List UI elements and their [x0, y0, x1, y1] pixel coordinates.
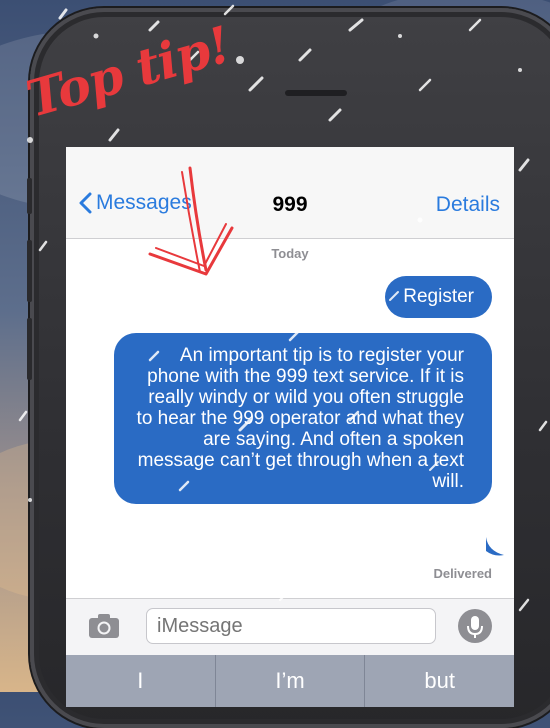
navigation-bar: Messages 999 Details	[66, 147, 514, 239]
microphone-icon	[467, 616, 483, 638]
message-input[interactable]	[146, 608, 436, 644]
delivery-status: Delivered	[433, 566, 492, 581]
suggestion-item[interactable]: I’m	[216, 655, 366, 707]
quicktype-suggestions: I I’m but	[66, 655, 514, 707]
earpiece-speaker	[285, 90, 347, 96]
composer-bar	[66, 598, 514, 655]
bubble-tail	[486, 537, 504, 556]
microphone-button[interactable]	[458, 609, 492, 643]
message-bubble: An important tip is to register your pho…	[114, 333, 492, 504]
messages-screen: Messages 999 Details Today Register An i…	[66, 147, 514, 707]
camera-icon[interactable]	[88, 613, 120, 639]
date-label: Today	[271, 246, 309, 261]
suggestion-item[interactable]: I	[66, 655, 216, 707]
details-button[interactable]: Details	[436, 193, 500, 217]
suggestion-item[interactable]: but	[365, 655, 514, 707]
message-bubble: Register	[385, 276, 492, 318]
